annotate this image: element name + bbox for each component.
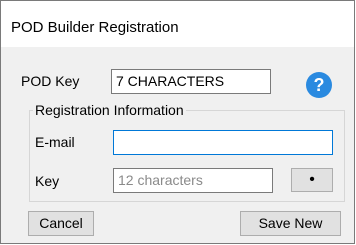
registration-dialog: POD Builder Registration POD Key 7 CHARA… — [0, 0, 355, 244]
email-field[interactable] — [113, 130, 333, 155]
registration-group-title: Registration Information — [33, 102, 186, 118]
help-icon[interactable]: ? — [306, 72, 332, 98]
pod-key-label: POD Key — [21, 73, 80, 89]
key-browse-button[interactable]: • — [291, 168, 333, 192]
key-placeholder: 12 characters — [118, 172, 203, 188]
pod-key-value: 7 CHARACTERS — [116, 73, 225, 89]
email-label: E-mail — [35, 134, 75, 150]
key-field[interactable]: 12 characters — [113, 168, 273, 193]
save-new-button[interactable]: Save New — [240, 211, 341, 236]
pod-key-input[interactable]: 7 CHARACTERS — [111, 69, 271, 94]
window-title: POD Builder Registration — [11, 19, 179, 36]
key-label: Key — [35, 173, 60, 189]
dialog-body: POD Key 7 CHARACTERS ? Registration Info… — [1, 47, 354, 243]
title-bar: POD Builder Registration — [1, 1, 354, 47]
cancel-button[interactable]: Cancel — [28, 211, 94, 236]
